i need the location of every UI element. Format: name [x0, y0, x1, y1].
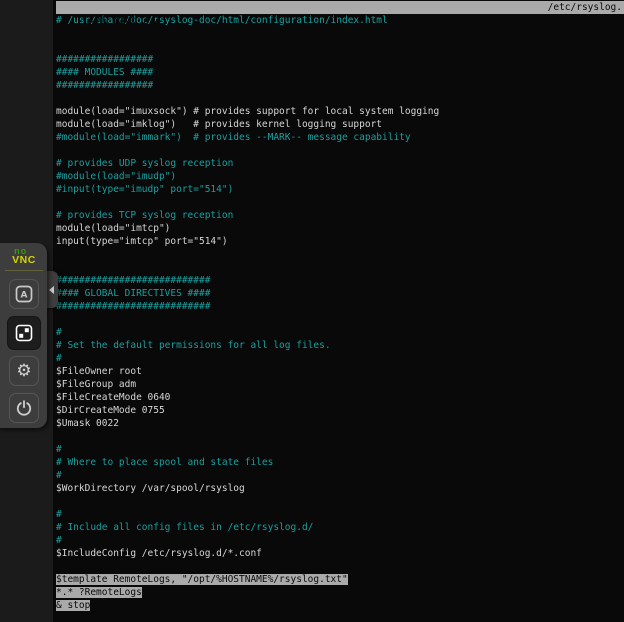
nano-version-label: GNU nano 7.2: [79, 15, 160, 26]
settings-button[interactable]: ⚙: [9, 356, 39, 386]
buffer-line: # Set the default permissions for all lo…: [56, 339, 624, 352]
buffer-line: $FileCreateMode 0640: [56, 391, 624, 404]
buffer-line: [56, 261, 624, 274]
buffer-line: $WorkDirectory /var/spool/rsyslog: [56, 482, 624, 495]
keycap-a-icon: A: [14, 284, 34, 304]
novnc-logo: no VNC: [12, 247, 36, 265]
fullscreen-button[interactable]: [7, 316, 41, 350]
buffer-line: module(load="imklog") # provides kernel …: [56, 118, 624, 131]
buffer-line: ###########################: [56, 300, 624, 313]
buffer-line: [56, 430, 624, 443]
buffer-line: #### GLOBAL DIRECTIVES ####: [56, 287, 624, 300]
buffer-line: $DirCreateMode 0755: [56, 404, 624, 417]
buffer-line: $FileGroup adm: [56, 378, 624, 391]
buffer-line: #################: [56, 79, 624, 92]
buffer-line: #: [56, 534, 624, 547]
buffer-line: #module(load="imudp"): [56, 170, 624, 183]
panel-separator: [5, 270, 43, 271]
buffer-line: [56, 495, 624, 508]
buffer-line: $Umask 0022: [56, 417, 624, 430]
nano-titlebar: GNU nano 7.2 /etc/rsyslog.: [56, 1, 624, 14]
buffer-line: #: [56, 443, 624, 456]
buffer-line: [56, 313, 624, 326]
buffer-line: [56, 144, 624, 157]
buffer-line: module(load="imtcp"): [56, 222, 624, 235]
buffer-line: [56, 92, 624, 105]
buffer-line: #: [56, 352, 624, 365]
buffer-line: [56, 40, 624, 53]
buffer-line: # Where to place spool and state files: [56, 456, 624, 469]
buffer-line: [56, 560, 624, 573]
buffer-line: [56, 248, 624, 261]
buffer-line: # provides UDP syslog reception: [56, 157, 624, 170]
svg-text:A: A: [21, 290, 28, 300]
buffer-line: ###########################: [56, 274, 624, 287]
buffer-line: #: [56, 469, 624, 482]
power-icon: [15, 399, 33, 417]
buffer-line: *.* ?RemoteLogs: [56, 586, 624, 599]
buffer-line: #input(type="imudp" port="514"): [56, 183, 624, 196]
buffer-line: $FileOwner root: [56, 365, 624, 378]
terminal-window: GNU nano 7.2 /etc/rsyslog. # /usr/share/…: [53, 0, 624, 622]
buffer-line: # Include all config files in /etc/rsysl…: [56, 521, 624, 534]
buffer-line: & stop: [56, 599, 624, 612]
buffer-line: #: [56, 508, 624, 521]
buffer-line: #### MODULES ####: [56, 66, 624, 79]
buffer-line: [56, 196, 624, 209]
buffer-line: #module(load="immark") # provides --MARK…: [56, 131, 624, 144]
buffer-line: [56, 27, 624, 40]
novnc-logo-vnc: VNC: [12, 256, 36, 265]
buffer-line: $template RemoteLogs, "/opt/%HOSTNAME%/r…: [56, 573, 624, 586]
buffer-line: # provides TCP syslog reception: [56, 209, 624, 222]
buffer-line: #################: [56, 53, 624, 66]
nano-edit-buffer[interactable]: # /usr/share/doc/rsyslog-doc/html/config…: [56, 14, 624, 612]
extra-keys-button[interactable]: A: [9, 279, 39, 309]
fullscreen-icon: [14, 323, 34, 343]
buffer-line: #: [56, 326, 624, 339]
novnc-control-panel: no VNC A ⚙: [0, 243, 47, 428]
disconnect-button[interactable]: [9, 393, 39, 423]
nano-filename-label: /etc/rsyslog.: [548, 1, 622, 14]
buffer-line: input(type="imtcp" port="514"): [56, 235, 624, 248]
chevron-left-icon: [49, 286, 54, 294]
buffer-line: module(load="imuxsock") # provides suppo…: [56, 105, 624, 118]
gear-icon: ⚙: [16, 363, 31, 380]
buffer-line: $IncludeConfig /etc/rsyslog.d/*.conf: [56, 547, 624, 560]
